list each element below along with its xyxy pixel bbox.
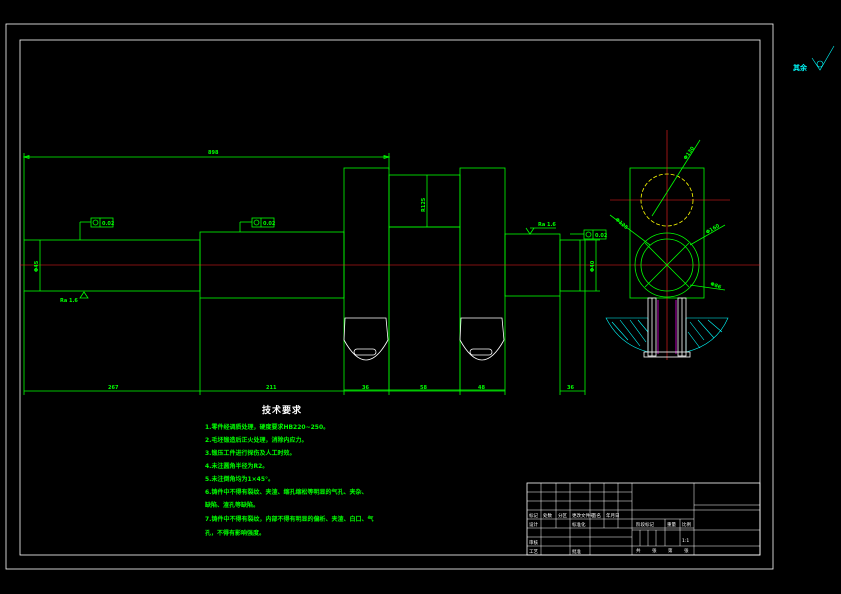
gtol-3-text: 0.02 xyxy=(595,233,608,239)
sheet-outer-border xyxy=(5,23,774,570)
tb-label: 签名 xyxy=(592,512,601,519)
tb-scale: 1:1 xyxy=(682,538,689,544)
dim-seg-3: 36 xyxy=(362,385,369,391)
tech-notes-title: 技术要求 xyxy=(262,404,302,416)
tb-label: 张 xyxy=(652,547,657,554)
dim-seg-5: 48 xyxy=(478,385,485,391)
ra-1-text: Ra 1.6 xyxy=(60,298,78,304)
tb-label: 第 xyxy=(668,547,673,554)
tb-label: 标记 xyxy=(529,512,538,519)
dim-circle-3: Φ160 xyxy=(705,223,721,236)
tb-label: 处数 xyxy=(543,512,552,519)
diameter-dimensions: Φ45 Φ40 R125 xyxy=(34,175,600,292)
crankshaft-side-view: Φ130 Φ125 Φ160 Φ86 xyxy=(605,130,730,360)
tech-note-line: 5.未注倒角均为1×45°。 xyxy=(205,475,274,483)
ra-2-text: Ra 1.6 xyxy=(538,222,556,228)
tech-note-line: 2.毛坯锻造后正火处理，消除内应力。 xyxy=(205,436,307,444)
tech-note-line: 3.锻压工件进行探伤及人工时效。 xyxy=(205,449,295,457)
roughness-symbol: 其余 xyxy=(793,45,835,72)
sheet-inner-border xyxy=(19,39,761,556)
cad-drawing-canvas[interactable]: 其余 898 267 211 36 58 48 36 Φ45 Φ40 R125 … xyxy=(0,0,841,594)
tech-note-line: 6.铸件中不得有裂纹、夹渣、缩孔缩松等明显的气孔、夹杂、 xyxy=(205,488,367,496)
tb-label: 批准 xyxy=(572,548,581,555)
tb-label: 设计 xyxy=(529,521,538,528)
tb-label: 分区 xyxy=(558,512,567,519)
dim-circle-2: Φ125 xyxy=(614,217,630,231)
dim-dia-left: Φ45 xyxy=(34,260,40,272)
tech-note-line: 7.铸件中不得有裂纹，内部不得有明显的偏析、夹渣、白口、气 xyxy=(205,515,373,523)
tb-label: 工艺 xyxy=(529,549,538,555)
gtol-2-text: 0.02 xyxy=(263,221,276,227)
roughness-label: 其余 xyxy=(793,63,808,72)
dim-seg-1: 267 xyxy=(108,385,119,391)
overall-length-dimension: 898 xyxy=(22,150,391,240)
dim-seg-6: 36 xyxy=(567,385,574,391)
tb-label: 年月日 xyxy=(606,512,620,519)
tb-label: 重量 xyxy=(667,521,676,528)
tech-note-line: 4.未注圆角半径为R2。 xyxy=(205,462,268,470)
tb-label: 标准化 xyxy=(572,521,586,528)
roughness-mark-1: Ra 1.6 xyxy=(60,291,89,304)
gtol-1-text: 0.02 xyxy=(102,221,115,227)
tb-label: 张 xyxy=(684,547,689,554)
gtol-frame-1: 0.02 xyxy=(79,217,115,240)
tb-label: 共 xyxy=(636,547,641,554)
technical-requirements: 技术要求 1.零件经调质处理，硬度要求HB220~250。 2.毛坯锻造后正火处… xyxy=(205,404,373,537)
tech-note-line: 缺陷、渣孔等缺陷。 xyxy=(205,501,259,509)
gtol-frame-2: 0.02 xyxy=(239,217,276,232)
tech-note-line: 孔，不得有影响强度。 xyxy=(205,529,265,537)
overall-length-text: 898 xyxy=(208,150,219,156)
dim-dia-right: Φ40 xyxy=(590,260,596,272)
tb-label: 比例 xyxy=(682,521,691,528)
tb-label: 审核 xyxy=(529,539,538,546)
dim-circle-1: Φ130 xyxy=(683,145,697,161)
tech-note-line: 1.零件经调质处理，硬度要求HB220~250。 xyxy=(205,423,329,431)
dim-throw: R125 xyxy=(421,197,427,212)
dim-seg-2: 211 xyxy=(266,385,277,391)
roughness-mark-2: Ra 1.6 xyxy=(525,222,556,235)
title-block: 标记 处数 分区 更改文件号 签名 年月日 设计 标准化 审核 工艺 批准 阶段… xyxy=(526,482,761,556)
dim-seg-4: 58 xyxy=(420,385,427,391)
bottom-dimension-chain: 267 211 36 58 48 36 xyxy=(23,240,586,395)
tb-label: 阶段标记 xyxy=(636,521,654,528)
gtol-frame-3: 0.02 xyxy=(570,229,608,240)
